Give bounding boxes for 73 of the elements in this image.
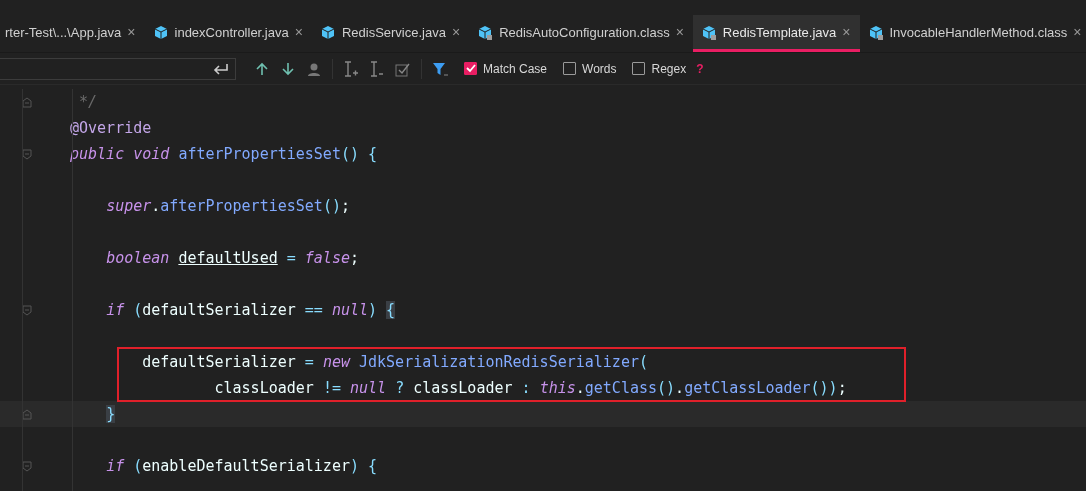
- option-label[interactable]: Match Case: [483, 61, 548, 76]
- code-token: defaultUsed: [178, 249, 278, 267]
- close-icon[interactable]: ×: [1073, 24, 1082, 40]
- option-label[interactable]: Regex: [651, 61, 687, 76]
- code-token: =: [286, 249, 297, 267]
- code-token: ;: [837, 379, 847, 397]
- code-token: super: [106, 197, 152, 215]
- close-icon[interactable]: ×: [127, 24, 136, 40]
- code-token: defaultSerializer: [142, 353, 296, 371]
- editor-tab[interactable]: RedisService.java ×: [311, 15, 470, 52]
- editor-tab[interactable]: indexController.java ×: [144, 15, 312, 52]
- code-token: :: [521, 379, 532, 397]
- code-token: public: [70, 145, 125, 163]
- code-token: .: [151, 197, 161, 215]
- code-token: (: [638, 353, 648, 371]
- enter-icon: [213, 62, 229, 75]
- code-token: JdkSerializationRedisSerializer: [359, 353, 639, 371]
- help-link[interactable]: ?: [696, 61, 704, 76]
- code-token: ;: [349, 249, 359, 267]
- matched-brace: {: [386, 301, 396, 319]
- code-token: ==: [304, 301, 324, 319]
- arrow-up-icon[interactable]: [254, 60, 270, 77]
- code-token: defaultSerializer: [142, 301, 296, 319]
- code-token: void: [133, 145, 170, 163]
- code-token: (: [133, 457, 143, 475]
- code-token: =: [304, 353, 315, 371]
- remove-cursor-icon[interactable]: [369, 60, 385, 77]
- code-token: boolean: [106, 249, 170, 267]
- code-token: null: [349, 379, 387, 397]
- close-icon[interactable]: ×: [451, 24, 461, 40]
- editor-tab[interactable]: RedisAutoConfiguration.class ×: [469, 15, 693, 52]
- code-token: @Override: [70, 119, 152, 137]
- code-token: ): [368, 301, 379, 319]
- code-token: afterPropertiesSet: [160, 197, 323, 215]
- code-token: enableDefaultSerializer: [142, 457, 350, 475]
- code-token: new: [322, 353, 350, 371]
- search-field[interactable]: [0, 57, 236, 80]
- code-token: ) {: [349, 457, 378, 475]
- code-token: null: [331, 301, 369, 319]
- code-token: () {: [340, 145, 378, 163]
- checkbox[interactable]: [632, 62, 646, 75]
- code-token: classLoader: [413, 379, 513, 397]
- code-token: ()): [810, 379, 838, 397]
- close-icon[interactable]: ×: [675, 24, 684, 40]
- close-icon[interactable]: ×: [842, 24, 851, 40]
- editor-tab[interactable]: InvocableHandlerMethod.class ×: [859, 15, 1086, 52]
- filter-icon[interactable]: [432, 60, 448, 77]
- editor-tab[interactable]: RedisTemplate.java ×: [692, 15, 860, 52]
- code-token: afterPropertiesSet: [178, 145, 341, 163]
- checkbox[interactable]: [563, 62, 577, 75]
- option-label[interactable]: Words: [582, 61, 617, 76]
- code-token: false: [304, 249, 350, 267]
- code-token: ?: [395, 379, 406, 397]
- code-token: (): [657, 379, 676, 397]
- add-cursor-icon[interactable]: [343, 60, 359, 77]
- code-token: this: [539, 379, 576, 397]
- editor-tab[interactable]: rter-Test\...\App.java ×: [0, 15, 145, 52]
- code-token: ;: [340, 197, 350, 215]
- code-token: (): [322, 197, 341, 215]
- close-icon[interactable]: ×: [294, 24, 303, 40]
- code-token: .: [575, 379, 585, 397]
- matched-brace: }: [106, 405, 116, 423]
- checkbox[interactable]: [464, 62, 477, 75]
- code-token: if: [106, 457, 125, 475]
- code-token: classLoader: [214, 379, 314, 397]
- code-token: !=: [322, 379, 342, 397]
- code-token: */: [79, 93, 98, 111]
- code-token: getClass: [584, 379, 658, 397]
- arrow-down-icon[interactable]: [280, 60, 296, 77]
- code-token: getClassLoader: [684, 379, 811, 397]
- code-token: .: [675, 379, 685, 397]
- code-token: if: [106, 301, 125, 319]
- code-token: (: [133, 301, 143, 319]
